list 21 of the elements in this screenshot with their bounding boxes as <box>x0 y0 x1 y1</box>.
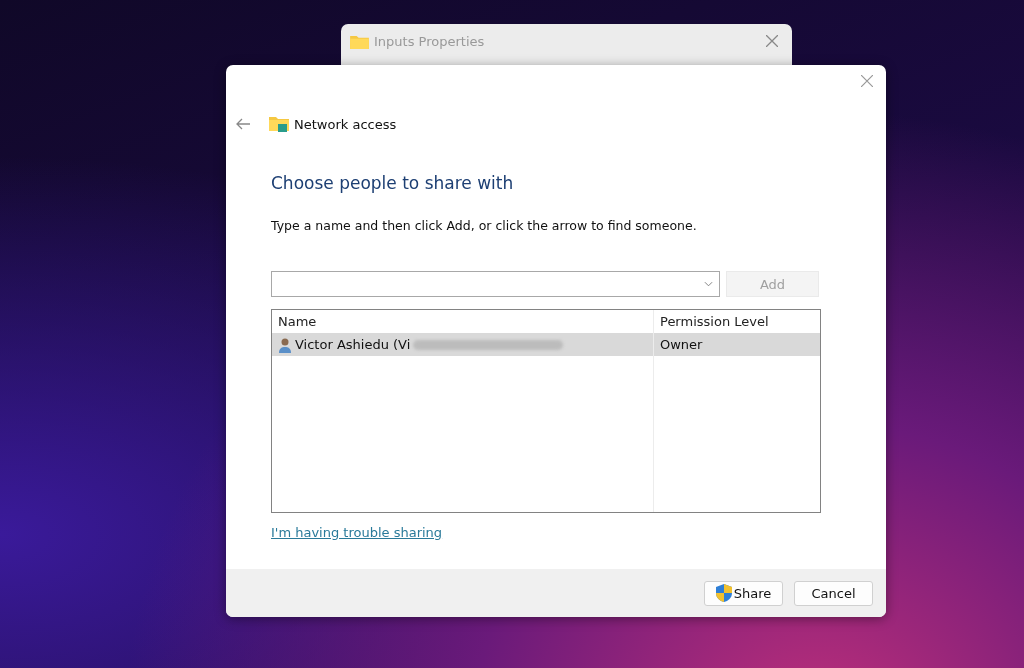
heading: Choose people to share with <box>271 173 515 193</box>
back-arrow-icon[interactable] <box>235 118 251 130</box>
list-row[interactable]: Victor Ashiedu (Vi Owner <box>272 333 820 356</box>
name-combo-box[interactable] <box>271 271 720 297</box>
dropdown-chevron-icon[interactable] <box>704 281 713 287</box>
window-title: Inputs Properties <box>374 33 486 49</box>
shield-icon <box>715 584 732 602</box>
folder-network-icon <box>269 115 289 133</box>
column-header[interactable]: Name <box>272 314 654 329</box>
share-button[interactable]: Share <box>704 580 783 606</box>
close-icon[interactable] <box>861 75 873 87</box>
permission-level: Owner <box>659 337 703 352</box>
help-link[interactable]: I'm having trouble sharing <box>271 525 443 540</box>
dialog-title: Network access <box>294 116 397 132</box>
cancel-button[interactable]: Cancel <box>794 580 873 606</box>
user-icon <box>278 336 292 353</box>
close-icon[interactable] <box>766 35 778 47</box>
column-header[interactable]: Permission Level <box>654 314 769 329</box>
folder-icon <box>350 33 369 49</box>
instruction-text: Type a name and then click Add, or click the arrow to find someone. <box>271 218 698 233</box>
user-name: Victor Ashiedu (Vi <box>295 337 411 352</box>
